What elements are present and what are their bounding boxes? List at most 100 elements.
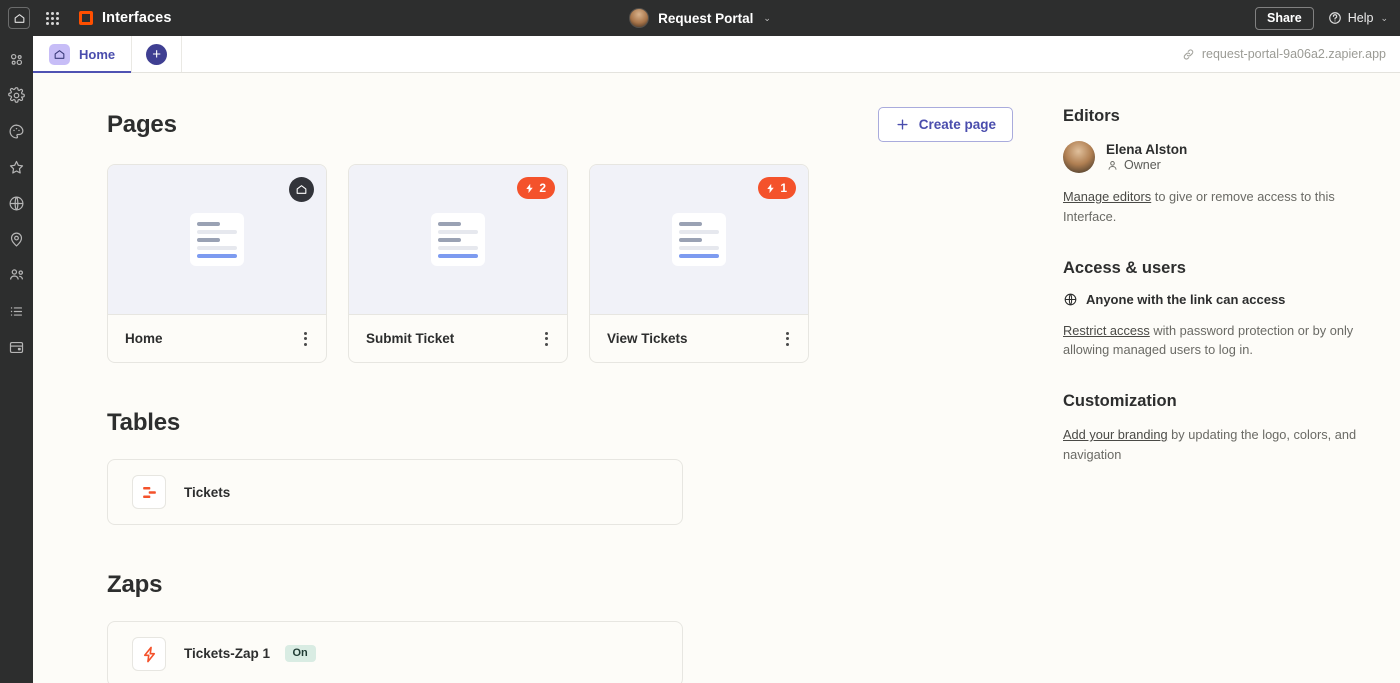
portal-switcher[interactable]: Request Portal ⌄ [0, 8, 1400, 28]
editors-title: Editors [1063, 107, 1120, 125]
star-icon [9, 160, 24, 174]
portal-name: Request Portal [658, 10, 754, 26]
page-card-footer: Home [108, 315, 326, 362]
users-icon [9, 269, 23, 280]
page-card-name: Home [125, 331, 163, 346]
lightning-bolt-icon [132, 637, 166, 671]
page-preview [431, 213, 485, 266]
lightning-bolt-icon [526, 183, 534, 193]
interface-url-text: request-portal-9a06a2.zapier.app [1201, 47, 1386, 61]
pages-header: Pages Create page [107, 107, 1053, 142]
help-circle-icon [1328, 12, 1341, 24]
list-icon [10, 306, 23, 316]
create-page-label: Create page [918, 117, 996, 132]
link-icon [1183, 48, 1194, 60]
zap-row-text: Tickets-Zap 1 On [184, 645, 316, 663]
top-bar-left: Interfaces [0, 7, 172, 29]
access-status-label: Anyone with the link can access [1086, 291, 1286, 307]
top-bar: Interfaces Request Portal ⌄ Share Help ⌄ [0, 0, 1400, 36]
page-thumbnail: 1 [590, 165, 808, 315]
zap-name: Tickets-Zap 1 [184, 646, 271, 661]
person-icon [1108, 160, 1117, 170]
tables-title: Tables [107, 409, 181, 436]
page-title: Pages [107, 110, 177, 138]
editor-info: Elena Alston Owner [1106, 142, 1187, 172]
globe-icon [9, 196, 24, 210]
plus-icon: + [146, 43, 168, 65]
zap-glyph [143, 646, 155, 662]
main-area: Pages Create page Home 2 Submit Ticket 1… [33, 73, 1400, 683]
zap-count: 1 [780, 181, 787, 195]
gear-icon [8, 86, 25, 103]
help-button[interactable]: Help ⌄ [1328, 11, 1388, 25]
table-name: Tickets [184, 484, 231, 500]
page-card[interactable]: 2 Submit Ticket [348, 164, 568, 363]
page-card-menu-button[interactable] [782, 328, 793, 350]
customization-section: Customization Add your branding by updat… [1063, 392, 1366, 465]
share-button[interactable]: Share [1254, 6, 1314, 30]
home-icon[interactable] [8, 7, 30, 29]
interface-url[interactable]: request-portal-9a06a2.zapier.app [1182, 36, 1400, 72]
zaps-section: Zaps Tickets-Zap 1 On [107, 571, 1053, 683]
sidebar-item-publish[interactable] [6, 192, 28, 214]
app-shell: Home + request-portal-9a06a2.zapier.app … [0, 36, 1400, 683]
palette-icon [9, 124, 24, 138]
customization-description: Add your branding by updating the logo, … [1063, 425, 1366, 465]
help-label: Help [1347, 11, 1374, 25]
add-page-button[interactable]: + [132, 36, 183, 72]
sidebar-item-appearance[interactable] [6, 120, 28, 142]
create-page-button[interactable]: Create page [877, 107, 1013, 142]
sidebar-item-pages[interactable] [6, 336, 28, 358]
home-icon [296, 185, 307, 194]
page-thumbnail: 2 [349, 165, 567, 315]
editor-name: Elena Alston [1106, 142, 1188, 157]
sidebar-item-favorites[interactable] [6, 156, 28, 178]
add-branding-link[interactable]: Add your branding [1063, 427, 1168, 442]
chevron-down-icon[interactable]: ⌄ [763, 13, 771, 24]
editors-description: Manage editors to give or remove access … [1063, 187, 1366, 227]
sidebar-item-settings[interactable] [6, 84, 28, 106]
info-panel: Editors Elena Alston Owner Manage editor… [1053, 73, 1400, 683]
tab-bar: Home + request-portal-9a06a2.zapier.app [33, 36, 1400, 73]
sidebar-item-users[interactable] [6, 264, 28, 286]
page-preview [672, 213, 726, 266]
sidebar-item-zaps[interactable] [6, 48, 28, 70]
sidebar-item-location[interactable] [6, 228, 28, 250]
zap-count-badge: 2 [517, 177, 555, 199]
page-card-menu-button[interactable] [300, 328, 311, 350]
zap-row[interactable]: Tickets-Zap 1 On [107, 621, 683, 683]
avatar [629, 8, 650, 28]
editor-role: Owner [1106, 158, 1187, 172]
main-content: Pages Create page Home 2 Submit Ticket 1… [33, 73, 1053, 683]
lightning-bolt-icon [767, 183, 775, 193]
top-bar-right: Share Help ⌄ [1254, 6, 1400, 30]
editor-entry: Elena Alston Owner [1063, 141, 1366, 173]
apps-grid-icon[interactable] [46, 11, 59, 25]
home-icon [49, 43, 70, 65]
access-status: Anyone with the link can access [1063, 292, 1366, 307]
tables-section: Tables Tickets [107, 409, 1053, 525]
location-pin-icon [10, 232, 23, 247]
tab-home[interactable]: Home [33, 36, 133, 73]
page-card-name: View Tickets [607, 331, 688, 346]
left-rail [0, 36, 33, 683]
tab-home-label: Home [79, 46, 116, 62]
pages-card-list: Home 2 Submit Ticket 1 View Tickets [107, 164, 1053, 363]
restrict-access-link[interactable]: Restrict access [1063, 323, 1150, 338]
access-title: Access & users [1063, 258, 1186, 277]
table-row[interactable]: Tickets [107, 459, 683, 525]
sidebar-item-list[interactable] [6, 300, 28, 322]
page-card-menu-button[interactable] [541, 328, 552, 350]
interfaces-logo-icon [79, 11, 93, 25]
zaps-dots-icon [10, 53, 23, 65]
zaps-title: Zaps [107, 571, 163, 598]
page-card[interactable]: Home [107, 164, 327, 363]
status-badge: On [284, 645, 316, 662]
page-preview [190, 213, 244, 266]
plus-icon [897, 119, 908, 130]
page-card[interactable]: 1 View Tickets [589, 164, 809, 363]
home-page-badge [289, 177, 314, 202]
brand-name: Interfaces [102, 10, 172, 26]
manage-editors-link[interactable]: Manage editors [1063, 189, 1151, 204]
globe-icon [1064, 293, 1077, 305]
